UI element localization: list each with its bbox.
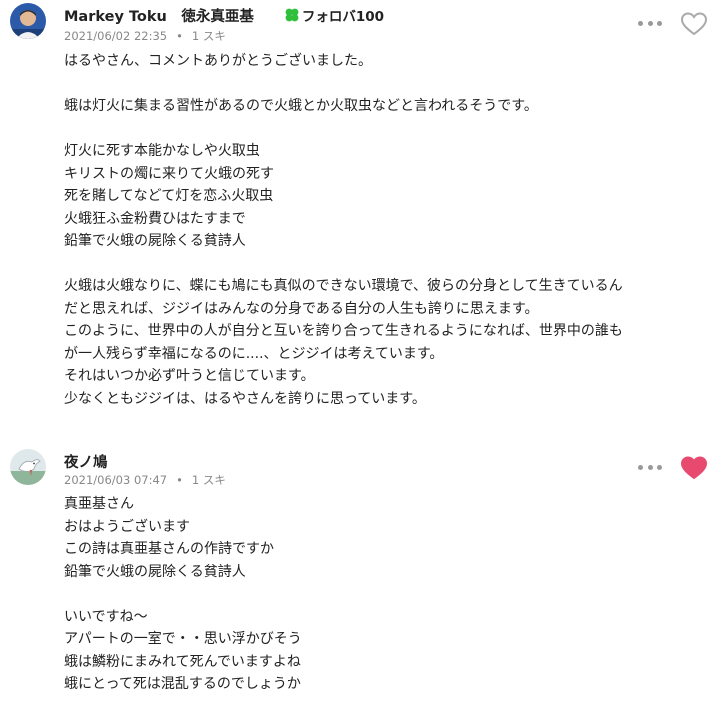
- fan-badge-label: フォロバ100: [301, 9, 385, 25]
- clover-icon: [285, 8, 299, 22]
- more-dots-icon[interactable]: [638, 460, 662, 474]
- body-line: 灯火に死す本能かなしや火取虫: [64, 143, 260, 159]
- body-line: 死を賭してなどて灯を恋ふ火取虫: [64, 188, 274, 204]
- body-line: このように、世界中の人が自分と互いを誇り合って生きれるようになれば、世界中の誰も: [64, 323, 623, 339]
- body-line: 火蛾は火蛾なりに、蝶にも鳩にも真似のできない環境で、彼らの分身として生きているん: [64, 278, 623, 294]
- author-line: Markey Toku 徳永真亜基 フォロバ100: [64, 4, 384, 26]
- body-line: 蛾にとって死は混乱するのでしょうか: [64, 676, 301, 692]
- body-line: キリストの燭に来りて火蛾の死す: [64, 165, 274, 182]
- more-dots-icon[interactable]: [638, 16, 662, 30]
- body-line: アパートの一室で・・思い浮かびそう: [64, 631, 302, 647]
- body-line: 鉛筆で火蛾の屍除くる貧詩人: [64, 563, 246, 580]
- body-line: はるやさん、コメントありがとうございました。: [64, 53, 372, 69]
- heart-icon[interactable]: [680, 11, 708, 37]
- body-line: 蛾は鱗粉にまみれて死んでいますよね: [64, 653, 301, 670]
- body-line: 少なくともジジイは、はるやさんを誇りに思っています。: [64, 390, 426, 407]
- body-line: だと思えれば、ジジイはみんなの分身である自分の人生も誇りに思えます。: [64, 300, 539, 317]
- body-line: いいですね〜: [64, 608, 148, 625]
- author-avatar[interactable]: [10, 3, 46, 39]
- body-line: 蛾は灯火に集まる習性があるので火蛾とか火取虫などと言われるそうです。: [64, 98, 538, 114]
- body-line: が一人残らず幸福になるのに....、とジジイは考えています。: [64, 345, 444, 362]
- fan-badge: フォロバ100: [284, 5, 384, 25]
- comment-date[interactable]: 2021/06/02 22:35: [64, 29, 167, 43]
- comment-meta: 2021/06/03 07:47 • 1 スキ: [64, 473, 226, 487]
- comment-meta: 2021/06/02 22:35 • 1 スキ: [64, 29, 226, 43]
- author-avatar[interactable]: [10, 449, 46, 485]
- heart-icon[interactable]: [680, 455, 708, 481]
- body-line: 鉛筆で火蛾の屍除くる貧詩人: [64, 233, 246, 249]
- body-line: この詩は真亜基さんの作詩ですか: [64, 541, 274, 557]
- body-line: 火蛾狂ふ金粉費ひはたすまで: [64, 210, 246, 227]
- author-name[interactable]: Markey Toku 徳永真亜基: [64, 5, 254, 26]
- author-line: 夜ノ鳩: [64, 450, 108, 472]
- author-name[interactable]: 夜ノ鳩: [64, 451, 108, 472]
- like-count[interactable]: 1 スキ: [192, 473, 226, 487]
- body-line: それはいつか必ず叶うと信じています。: [64, 368, 315, 384]
- like-count[interactable]: 1 スキ: [192, 29, 226, 43]
- body-line: おはようございます: [64, 518, 190, 535]
- body-line: 真亜基さん: [64, 496, 134, 512]
- comment-date[interactable]: 2021/06/03 07:47: [64, 473, 167, 487]
- comment-body: はるやさん、コメントありがとうございました。蛾は灯火に集まる習性があるので火蛾と…: [64, 50, 704, 410]
- comment-body: 真亜基さんおはようございますこの詩は真亜基さんの作詩ですか 鉛筆で火蛾の屍除くる貧…: [64, 493, 704, 696]
